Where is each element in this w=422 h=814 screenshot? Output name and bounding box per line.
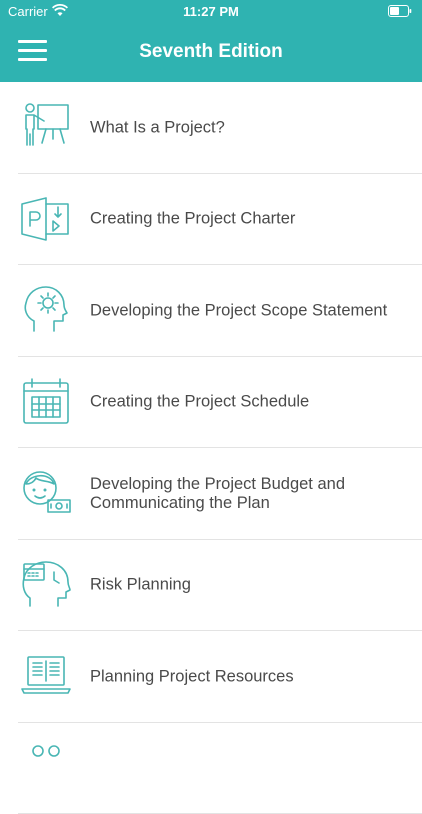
navigation-bar: Seventh Edition	[0, 24, 422, 82]
chapter-row-project-charter[interactable]: Creating the Project Charter	[0, 174, 422, 266]
chapter-label: Developing the Project Budget and Commun…	[90, 475, 402, 513]
chapter-label: Creating the Project Schedule	[90, 393, 402, 412]
chapter-row-what-is-a-project[interactable]: What Is a Project?	[0, 82, 422, 174]
page-title: Seventh Edition	[0, 41, 422, 63]
battery-icon	[388, 5, 412, 17]
chapter-label: Creating the Project Charter	[90, 210, 402, 229]
calendar-icon	[20, 375, 72, 427]
laptop-icon	[20, 649, 72, 701]
presentation-icon	[20, 100, 72, 152]
project-file-icon	[20, 192, 72, 244]
person-money-icon	[20, 466, 72, 518]
head-gear-icon	[20, 283, 72, 335]
chapter-label: Risk Planning	[90, 576, 402, 595]
people-icon	[20, 741, 72, 793]
chapter-label: Planning Project Resources	[90, 667, 402, 686]
chapter-row-partial[interactable]	[0, 723, 422, 814]
chapter-row-project-resources[interactable]: Planning Project Resources	[0, 631, 422, 723]
chapter-label: Developing the Project Scope Statement	[90, 301, 402, 320]
chapter-label: What Is a Project?	[90, 118, 402, 137]
clock-time: 11:27 PM	[0, 4, 422, 19]
app-header: Carrier 11:27 PM Seventh Edition	[0, 0, 422, 82]
chapter-row-scope-statement[interactable]: Developing the Project Scope Statement	[0, 265, 422, 357]
head-calendar-icon	[20, 558, 72, 610]
status-bar: Carrier 11:27 PM	[0, 0, 422, 24]
chapter-row-project-budget[interactable]: Developing the Project Budget and Commun…	[0, 448, 422, 540]
chapter-row-risk-planning[interactable]: Risk Planning	[0, 540, 422, 632]
chapter-row-project-schedule[interactable]: Creating the Project Schedule	[0, 357, 422, 449]
chapter-list: What Is a Project? Creating the Project …	[0, 82, 422, 814]
